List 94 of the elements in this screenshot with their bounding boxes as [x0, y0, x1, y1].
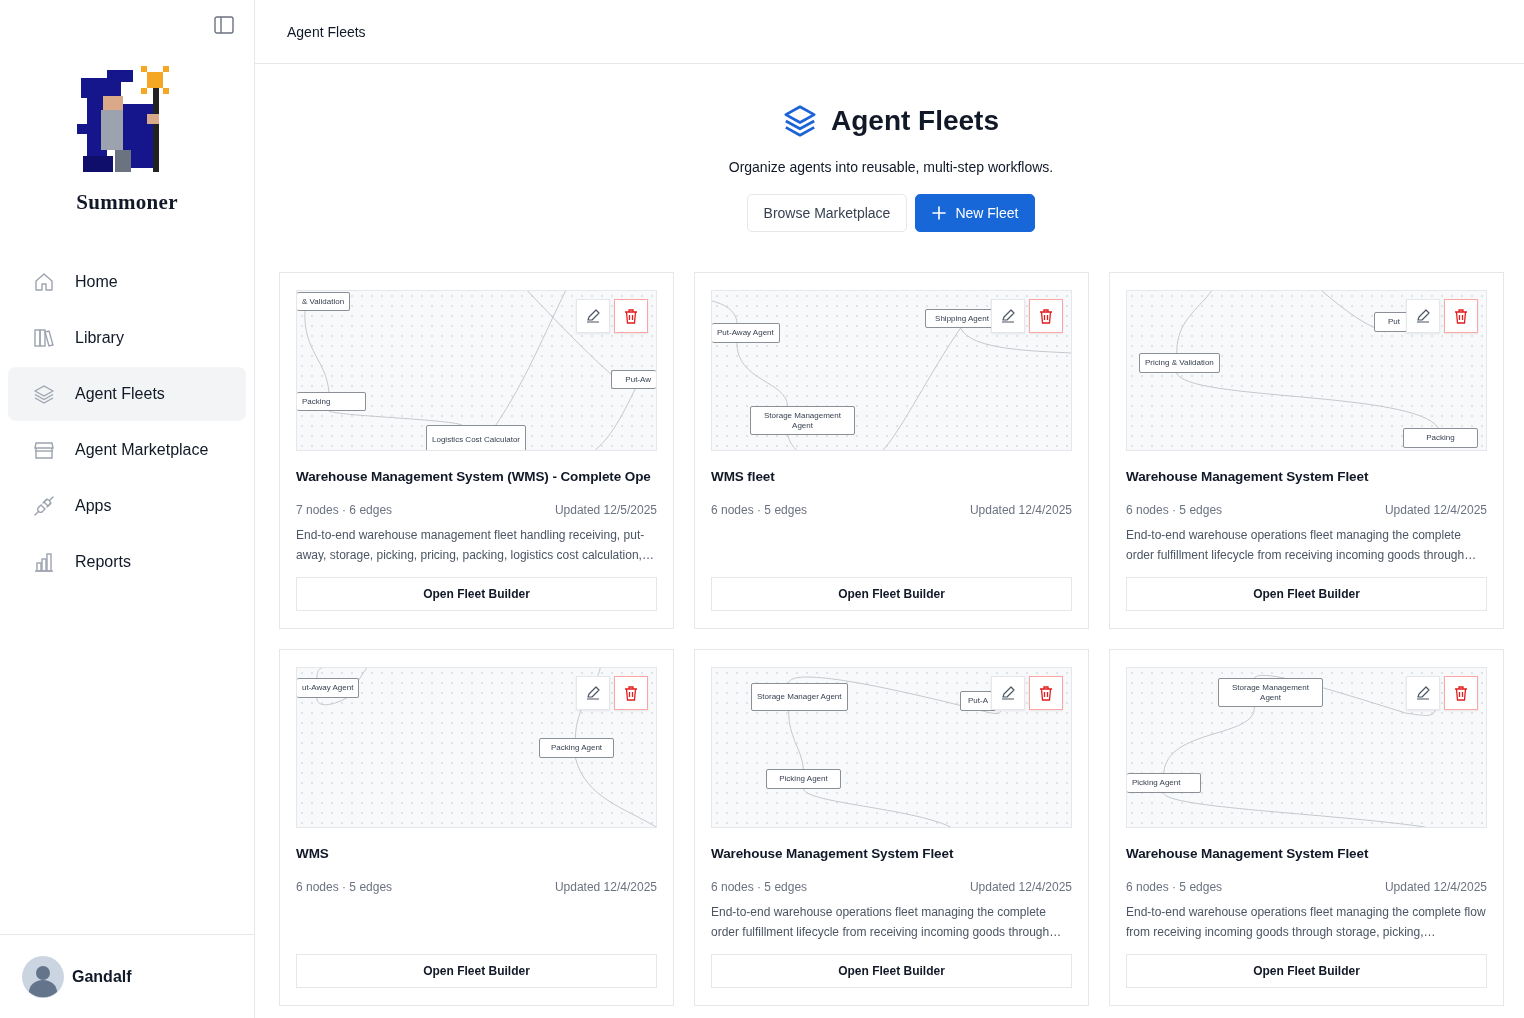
nav-item[interactable]: Reports — [8, 535, 246, 589]
workflow-node: Packing — [297, 392, 366, 411]
connector-line — [594, 388, 636, 450]
trash-icon — [623, 308, 639, 324]
updated-date: Updated 12/4/2025 — [1384, 502, 1487, 519]
pencil-icon — [1000, 685, 1016, 701]
fleet-title: Warehouse Management System Fleet — [711, 845, 955, 863]
workflow-node: & Validation — [297, 292, 351, 311]
trash-icon — [623, 685, 639, 701]
workflow-node: Pricing & Validation — [1139, 353, 1220, 373]
fleet-title: Warehouse Management System Fleet — [1126, 468, 1370, 486]
connector-line — [1176, 291, 1213, 354]
workflow-node: Storage Management Agent — [1218, 678, 1323, 707]
open-fleet-builder-button[interactable]: Open Fleet Builder — [1126, 577, 1487, 611]
workflow-node: Storage Manager Agent — [751, 683, 848, 711]
workflow-node: Put-Away Agent — [712, 323, 780, 343]
trash-icon — [1038, 308, 1054, 324]
fleet-description: End-to-end warehouse operations fleet managing the complete order fulfillment lifecycle from receiving incoming goods through… — [711, 904, 1063, 941]
pencil-icon — [1415, 308, 1431, 324]
delete-button[interactable] — [1029, 676, 1063, 710]
open-fleet-builder-button[interactable]: Open Fleet Builder — [711, 577, 1072, 611]
connector-line — [712, 300, 738, 324]
nav-item[interactable]: Apps — [8, 479, 246, 533]
open-fleet-builder-button[interactable]: Open Fleet Builder — [1126, 954, 1487, 988]
breadcrumb: Agent Fleets — [287, 23, 366, 40]
edit-button[interactable] — [991, 299, 1025, 333]
updated-date: Updated 12/5/2025 — [554, 502, 657, 519]
pencil-icon — [585, 685, 601, 701]
updated-date: Updated 12/4/2025 — [554, 879, 657, 896]
workflow-node: ut-Away Agent — [297, 678, 360, 698]
trash-icon — [1453, 685, 1469, 701]
books-icon — [33, 327, 55, 349]
delete-button[interactable] — [614, 676, 648, 710]
store-icon — [33, 439, 55, 461]
pencil-icon — [1000, 308, 1016, 324]
fleet-title: WMS fleet — [711, 468, 776, 486]
node-edge-count: 7 nodes · 6 edges — [296, 502, 393, 519]
layers-icon — [783, 104, 817, 138]
workflow-node: Logistics Cost Calculator — [426, 425, 527, 450]
connector-line — [736, 342, 789, 407]
workflow-node: Storage Management Agent — [750, 406, 855, 435]
workflow-node: Packing — [1403, 428, 1478, 448]
fleet-title: Warehouse Management System (WMS) - Complete Ope — [296, 468, 652, 486]
workflow-node: Picking Agent — [1127, 773, 1201, 793]
delete-button[interactable] — [1444, 299, 1478, 333]
edit-button[interactable] — [576, 299, 610, 333]
layers-icon — [33, 383, 55, 405]
node-edge-count: 6 nodes · 5 edges — [296, 879, 393, 896]
updated-date: Updated 12/4/2025 — [969, 879, 1072, 896]
edit-button[interactable] — [1406, 299, 1440, 333]
fleet-title: Warehouse Management System Fleet — [1126, 845, 1370, 863]
fleet-description: End-to-end warehouse operations fleet managing the complete order fulfillment lifecycle from receiving incoming goods through… — [1126, 527, 1478, 564]
nav-item[interactable]: Agent Marketplace — [8, 423, 246, 477]
app-name: Summoner — [76, 190, 178, 215]
page-subtitle: Organize agents into reusable, multi-step workflows. — [728, 158, 1054, 176]
plug-icon — [33, 495, 55, 517]
nav-item[interactable]: Library — [8, 311, 246, 365]
sidebar-toggle-icon[interactable] — [214, 16, 234, 34]
pencil-icon — [585, 308, 601, 324]
user-name: Gandalf — [72, 967, 132, 986]
node-edge-count: 6 nodes · 5 edges — [711, 879, 808, 896]
fleet-description: End-to-end warehouse management fleet handling receiving, put-away, storage, picking, pricing, packing, logistics cost calculation,… — [296, 527, 655, 564]
fleet-description: End-to-end warehouse operations fleet managing the complete flow from receiving incoming goods through storage, picking,… — [1126, 904, 1487, 941]
plus-icon — [932, 206, 947, 220]
open-fleet-builder-button[interactable]: Open Fleet Builder — [296, 577, 657, 611]
trash-icon — [1453, 308, 1469, 324]
delete-button[interactable] — [614, 299, 648, 333]
nav-item[interactable]: Home — [8, 255, 246, 309]
nav-item[interactable]: Agent Fleets — [8, 367, 246, 421]
new-fleet-button[interactable]: New Fleet — [915, 194, 1036, 232]
edit-button[interactable] — [991, 676, 1025, 710]
workflow-node: Put-Aw — [611, 370, 656, 389]
updated-date: Updated 12/4/2025 — [1384, 879, 1487, 896]
delete-button[interactable] — [1029, 299, 1063, 333]
bar-chart-icon — [33, 551, 55, 573]
node-edge-count: 6 nodes · 5 edges — [1126, 502, 1223, 519]
avatar[interactable] — [22, 955, 64, 998]
updated-date: Updated 12/4/2025 — [969, 502, 1072, 519]
pencil-icon — [1415, 685, 1431, 701]
open-fleet-builder-button[interactable]: Open Fleet Builder — [296, 954, 657, 988]
connector-line — [787, 434, 798, 450]
edit-button[interactable] — [1406, 676, 1440, 710]
home-icon — [33, 271, 55, 293]
open-fleet-builder-button[interactable]: Open Fleet Builder — [711, 954, 1072, 988]
trash-icon — [1038, 685, 1054, 701]
browse-button[interactable]: Browse Marketplace — [746, 194, 908, 232]
page-title: Agent Fleets — [831, 105, 999, 137]
edit-button[interactable] — [576, 676, 610, 710]
delete-button[interactable] — [1444, 676, 1478, 710]
fleet-title: WMS — [296, 845, 330, 863]
node-edge-count: 6 nodes · 5 edges — [1126, 879, 1223, 896]
node-edge-count: 6 nodes · 5 edges — [711, 502, 808, 519]
workflow-node: Packing Agent — [539, 738, 614, 758]
workflow-node: Picking Agent — [766, 769, 841, 789]
